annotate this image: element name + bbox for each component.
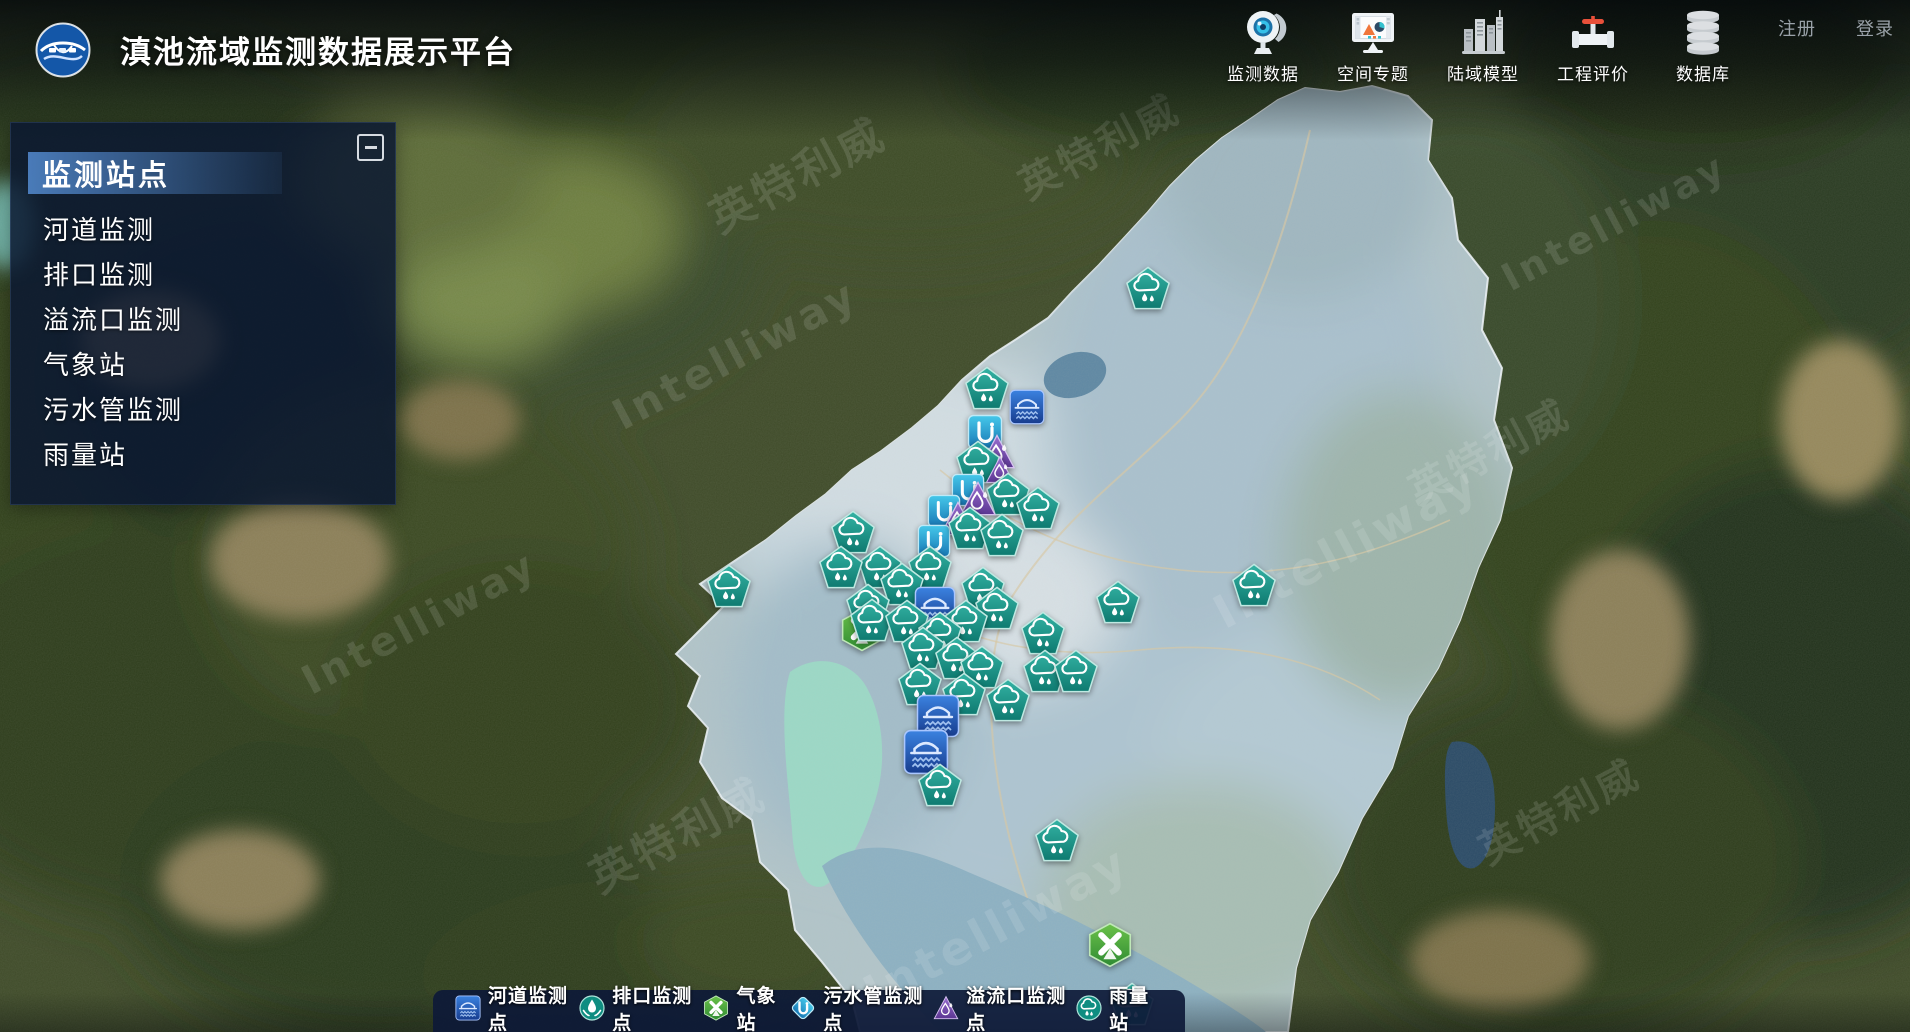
legend-item-overflow: 溢流口监测点 bbox=[933, 981, 1076, 1032]
map-marker-weather[interactable] bbox=[1087, 922, 1133, 968]
login-link[interactable]: 登录 bbox=[1856, 15, 1894, 41]
nav-item-database[interactable]: 数据库 bbox=[1654, 5, 1752, 85]
nav-label: 空间专题 bbox=[1337, 60, 1409, 85]
panel-minimize-button[interactable] bbox=[357, 134, 384, 161]
panel-menu: 河道监测排口监测溢流口监测气象站污水管监测雨量站 bbox=[10, 209, 396, 479]
nav-item-project-eval[interactable]: 工程评价 bbox=[1544, 5, 1642, 85]
valve-icon bbox=[1568, 5, 1618, 57]
legend-label: 雨量站 bbox=[1109, 981, 1163, 1032]
auth-links: 注册 登录 bbox=[1778, 15, 1894, 41]
map-marker-river[interactable] bbox=[1009, 389, 1045, 425]
outlet-marker-icon bbox=[579, 995, 605, 1021]
nav-label: 工程评价 bbox=[1557, 60, 1629, 85]
legend-item-river: 河道监测点 bbox=[455, 981, 579, 1032]
weather-marker-icon bbox=[703, 995, 729, 1021]
map-marker-rain[interactable] bbox=[1053, 648, 1099, 694]
legend-label: 溢流口监测点 bbox=[966, 981, 1076, 1032]
map-marker-rain[interactable] bbox=[1125, 265, 1171, 311]
panel-title: 监测站点 bbox=[28, 152, 282, 194]
legend-label: 河道监测点 bbox=[488, 981, 579, 1032]
app-logo bbox=[34, 21, 92, 83]
nav-item-spatial-topics[interactable]: 空间专题 bbox=[1324, 5, 1422, 85]
panel-item[interactable]: 雨量站 bbox=[43, 434, 396, 479]
map-marker-rain[interactable] bbox=[1095, 579, 1141, 625]
sewage-marker-icon bbox=[790, 995, 816, 1021]
nav-label: 监测数据 bbox=[1227, 60, 1299, 85]
buildings-icon bbox=[1458, 5, 1508, 57]
panel-item[interactable]: 河道监测 bbox=[43, 209, 396, 254]
register-link[interactable]: 注册 bbox=[1778, 15, 1816, 41]
legend-label: 排口监测点 bbox=[612, 981, 703, 1032]
camera-icon bbox=[1238, 5, 1288, 57]
map-legend: 河道监测点 排口监测点 气象站 污水管监测点 溢流口监测点 雨量站 bbox=[433, 990, 1185, 1032]
monitor-stations-panel: 监测站点 河道监测排口监测溢流口监测气象站污水管监测雨量站 bbox=[10, 122, 396, 505]
legend-label: 气象站 bbox=[736, 981, 790, 1032]
legend-label: 污水管监测点 bbox=[823, 981, 933, 1032]
river-marker-icon bbox=[455, 995, 481, 1021]
legend-item-outlet: 排口监测点 bbox=[579, 981, 703, 1032]
top-nav: 监测数据 空间专题 陆域模型 工 bbox=[1214, 5, 1752, 85]
panel-item[interactable]: 气象站 bbox=[43, 344, 396, 389]
overflow-marker-icon bbox=[933, 995, 959, 1021]
nav-label: 陆域模型 bbox=[1447, 60, 1519, 85]
panel-item[interactable]: 排口监测 bbox=[43, 254, 396, 299]
map-marker-rain[interactable] bbox=[985, 677, 1031, 723]
map-marker-rain[interactable] bbox=[917, 762, 963, 808]
map-marker-rain[interactable] bbox=[1231, 562, 1277, 608]
monitor-icon bbox=[1348, 5, 1398, 57]
logo-icon bbox=[34, 21, 92, 79]
legend-item-sewage: 污水管监测点 bbox=[790, 981, 933, 1032]
nav-label: 数据库 bbox=[1676, 60, 1730, 85]
map-marker-rain[interactable] bbox=[964, 365, 1010, 411]
map-marker-rain[interactable] bbox=[979, 512, 1025, 558]
rain-marker-icon bbox=[1076, 995, 1102, 1021]
database-icon bbox=[1678, 5, 1728, 57]
legend-item-rain: 雨量站 bbox=[1076, 981, 1163, 1032]
map-marker-rain[interactable] bbox=[1034, 817, 1080, 863]
nav-item-land-model[interactable]: 陆域模型 bbox=[1434, 5, 1532, 85]
map-marker-rain[interactable] bbox=[706, 563, 752, 609]
page-title: 滇池流域监测数据展示平台 bbox=[120, 27, 516, 72]
panel-item[interactable]: 溢流口监测 bbox=[43, 299, 396, 344]
nav-item-monitor-data[interactable]: 监测数据 bbox=[1214, 5, 1312, 85]
panel-item[interactable]: 污水管监测 bbox=[43, 389, 396, 434]
legend-item-weather: 气象站 bbox=[703, 981, 790, 1032]
